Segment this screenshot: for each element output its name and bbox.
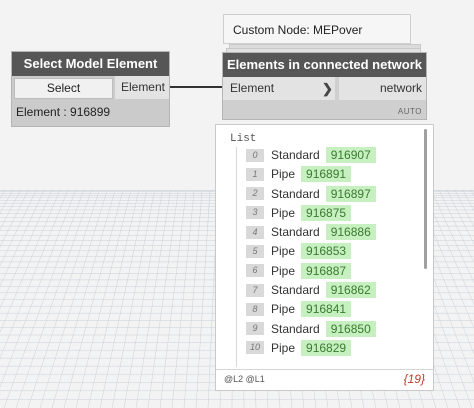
item-count: {19} <box>403 372 425 386</box>
element-id: 916862 <box>325 282 376 299</box>
output-port-element[interactable]: Element <box>115 76 169 99</box>
element-id: 916886 <box>325 224 376 241</box>
list-item: 8 Pipe 916841 <box>246 301 426 320</box>
input-port-element[interactable]: Element <box>223 77 335 100</box>
element-type: Pipe <box>271 167 296 182</box>
list-index: 3 <box>246 206 264 220</box>
list-item: 9 Standard 916850 <box>246 320 426 340</box>
list-index: 1 <box>246 167 264 181</box>
element-id: 916850 <box>325 320 376 337</box>
list-index: 0 <box>246 148 264 162</box>
element-type: Standard <box>271 186 320 201</box>
list-index: 4 <box>246 225 264 239</box>
element-type: Standard <box>271 225 320 240</box>
list-index: 7 <box>246 283 264 297</box>
list-index: 8 <box>246 302 264 316</box>
element-type: Pipe <box>271 302 296 317</box>
list-item: 10 Pipe 916829 <box>246 339 426 359</box>
element-id: 916887 <box>301 262 352 279</box>
element-id: 916891 <box>301 166 352 183</box>
list-levels: @L2 @L1 <box>224 374 265 384</box>
node-preview-bubble[interactable]: List 0 Standard 916907 1 Pipe 916891 2 Standard… <box>215 124 434 391</box>
list-index: 9 <box>246 322 264 336</box>
element-id: 916853 <box>301 243 352 260</box>
list-index: 10 <box>246 341 264 355</box>
list-item: 0 Standard 916907 <box>246 147 426 166</box>
element-type: Standard <box>271 321 320 336</box>
lacing-indicator[interactable]: AUTO <box>398 107 422 116</box>
list-item: 1 Pipe 916891 <box>246 166 426 185</box>
select-model-element-node[interactable]: Select Model Element Select Element Elem… <box>11 51 170 127</box>
preview-footer: @L2 @L1 {19} <box>216 369 433 390</box>
element-type: Pipe <box>271 244 296 259</box>
element-type: Pipe <box>271 263 296 278</box>
element-type: Pipe <box>271 205 296 220</box>
list-index: 6 <box>246 264 264 278</box>
list-item: 6 Pipe 916887 <box>246 262 426 282</box>
node-title: Elements in connected network <box>223 53 426 77</box>
list-index: 2 <box>246 187 264 201</box>
list-item: 7 Standard 916862 <box>246 282 426 301</box>
list-header: List <box>230 133 257 145</box>
custom-node-tooltip: Custom Node: MEPover v.2019.5.2 <box>223 14 411 67</box>
element-id: 916829 <box>301 339 352 356</box>
node-title: Select Model Element <box>12 52 169 76</box>
output-port-network[interactable]: network <box>339 77 426 100</box>
element-id: 916875 <box>301 204 352 221</box>
scrollbar[interactable] <box>424 129 427 269</box>
list-item: 3 Pipe 916875 <box>246 204 426 224</box>
list-item: 4 Standard 916886 <box>246 224 426 243</box>
chevron-right-icon: ❯ <box>322 81 333 96</box>
element-id: 916897 <box>325 185 376 202</box>
node-value: Element : 916899 <box>16 105 111 119</box>
element-type: Pipe <box>271 340 296 355</box>
select-button[interactable]: Select <box>14 78 113 99</box>
list-item: 2 Standard 916897 <box>246 185 426 205</box>
element-id: 916841 <box>301 301 352 318</box>
element-id: 916907 <box>325 147 376 163</box>
element-type: Standard <box>271 283 320 298</box>
element-type: Standard <box>271 148 320 162</box>
elements-in-connected-network-node[interactable]: Elements in connected network Element ❯ … <box>222 52 427 120</box>
list-index: 5 <box>246 244 264 258</box>
tree-line <box>236 147 237 367</box>
list-item: 5 Pipe 916853 <box>246 243 426 262</box>
preview-list: 0 Standard 916907 1 Pipe 916891 2 Standard 91689… <box>246 147 426 367</box>
